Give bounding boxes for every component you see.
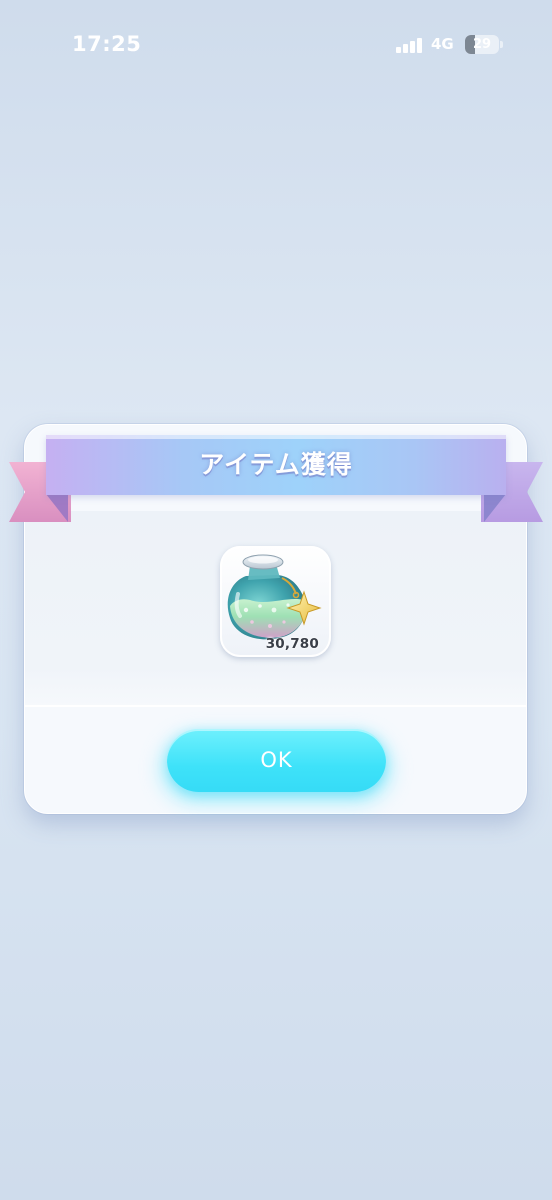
dialog-divider xyxy=(25,705,526,707)
dialog-title-ribbon: アイテム獲得 xyxy=(46,435,506,495)
ok-button[interactable]: OK xyxy=(167,729,386,792)
battery-tip xyxy=(500,41,503,48)
potion-bottle-icon xyxy=(227,554,322,640)
status-time: 17:25 xyxy=(72,32,142,56)
signal-strength-icon xyxy=(396,37,424,53)
battery-level: 29 xyxy=(472,37,492,52)
battery-icon: 29 xyxy=(465,35,499,54)
network-type: 4G xyxy=(431,35,454,53)
ok-button-label: OK xyxy=(260,748,293,772)
dialog-title: アイテム獲得 xyxy=(199,450,353,479)
item-tile: 30,780 xyxy=(220,546,331,657)
status-bar: 17:25 4G 29 xyxy=(0,0,552,90)
item-count: 30,780 xyxy=(265,636,319,652)
